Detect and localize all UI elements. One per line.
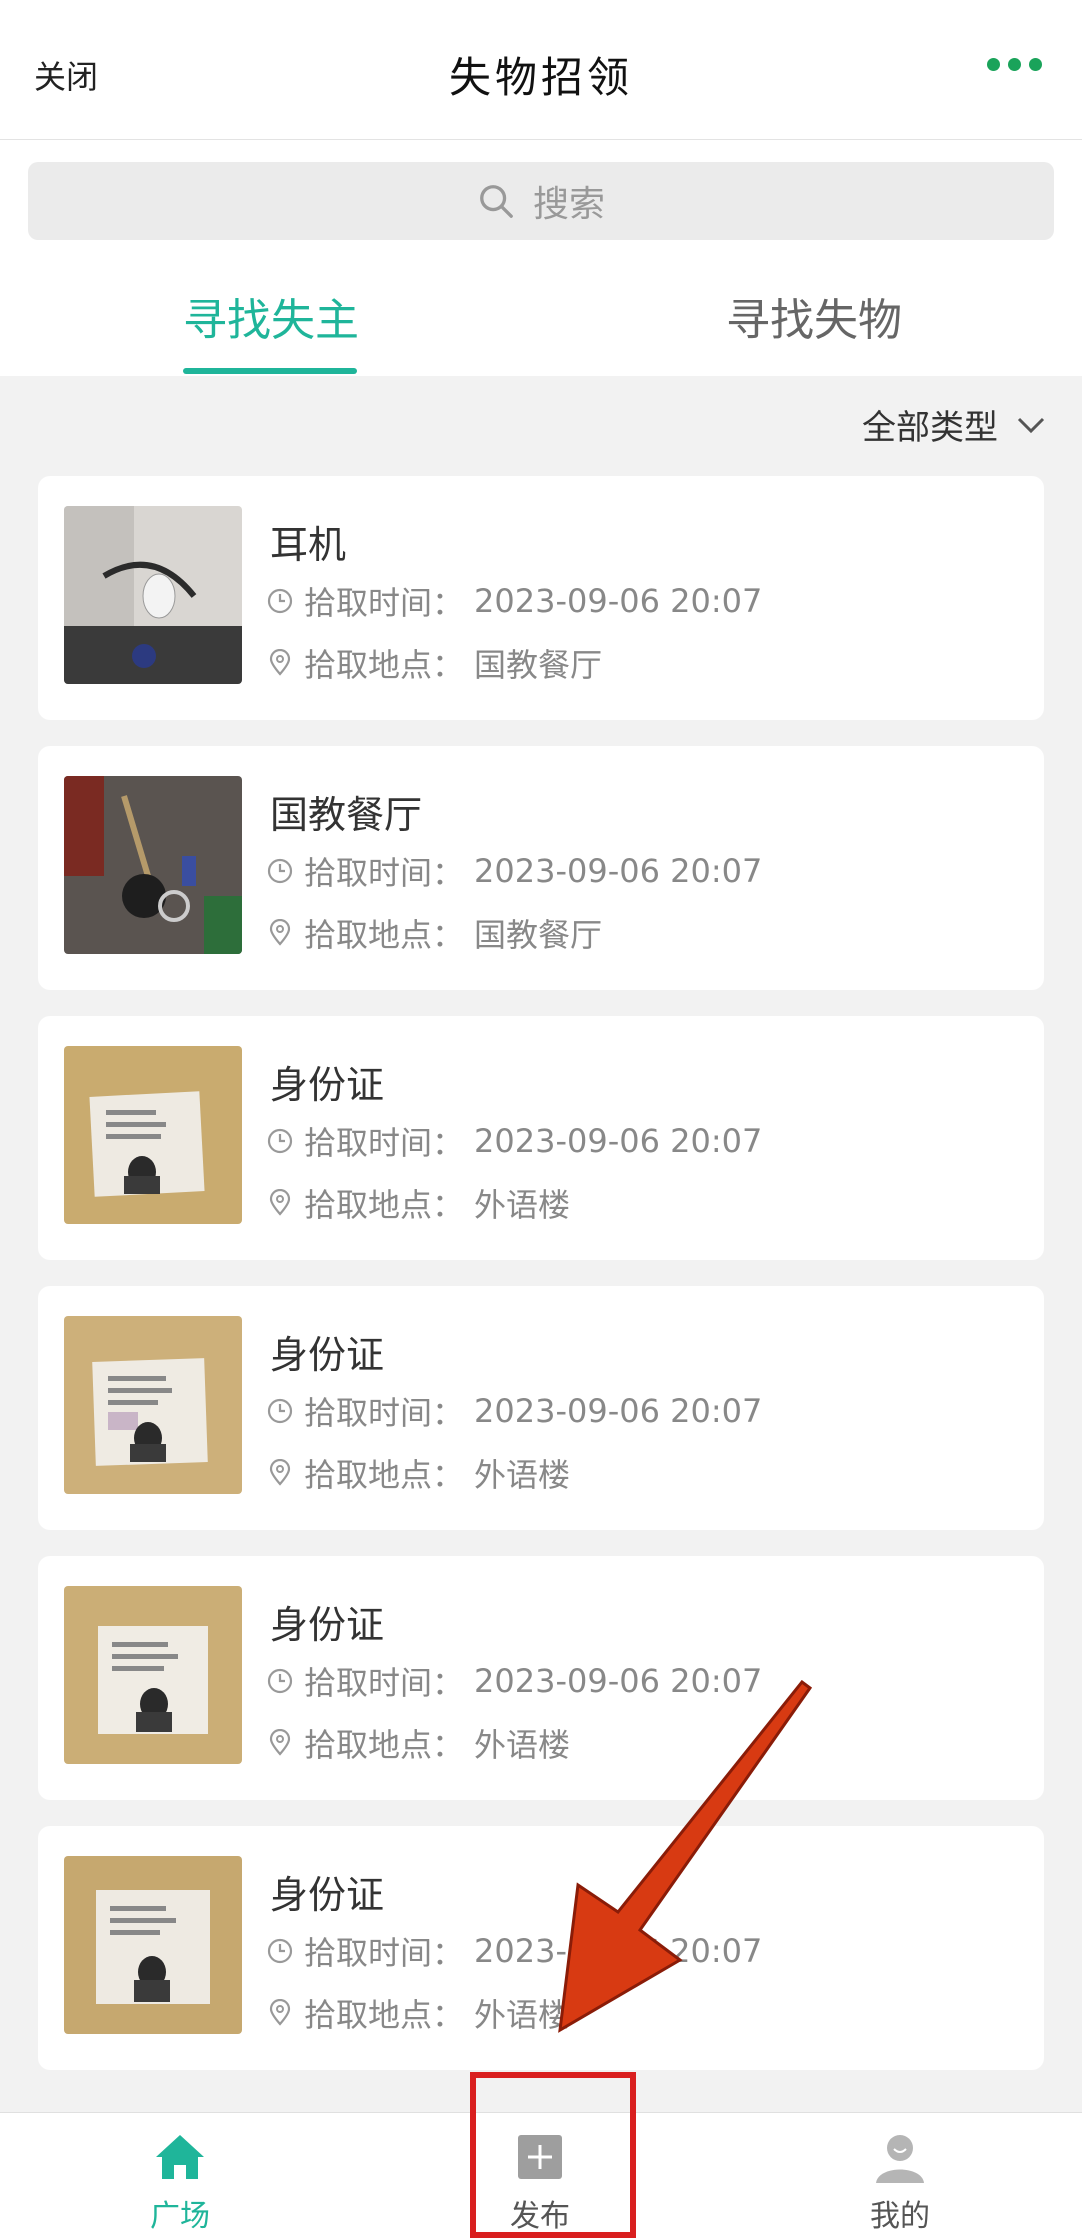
list-item[interactable]: 身份证 拾取时间： 2023-09-06 20:07 拾取地点： 外语楼 (38, 1286, 1044, 1530)
pickup-time-row: 拾取时间： 2023-09-06 20:07 (266, 578, 762, 624)
pickup-time: 2023-09-06 20:07 (474, 582, 763, 620)
pickup-time-label: 拾取时间： (304, 1664, 465, 1702)
top-bar: 关闭 失物招领 (0, 0, 1082, 140)
pickup-time-label: 拾取时间： (304, 1124, 465, 1162)
item-photo (64, 1586, 242, 1764)
location-pin-icon (269, 1459, 291, 1486)
nav-plaza-label: 广场 (150, 2199, 210, 2234)
pickup-time-row: 拾取时间： 2023-09-06 20:07 (266, 1388, 762, 1434)
tab-find-owner[interactable]: 寻找失主 (183, 284, 359, 348)
item-name: 身份证 (270, 1873, 385, 1917)
user-icon (876, 2135, 924, 2183)
pickup-time-row: 拾取时间： 2023-09-06 20:07 (266, 848, 762, 894)
nav-plaza[interactable]: 广场 (110, 2129, 250, 2235)
pickup-time: 2023-09-06 20:07 (474, 852, 763, 890)
item-name: 耳机 (270, 523, 347, 567)
pickup-place: 外语楼 (474, 1456, 571, 1494)
item-name: 身份证 (270, 1333, 385, 1377)
pickup-place-label: 拾取地点： (304, 916, 465, 954)
annotation-highlight-box (470, 2072, 636, 2238)
pickup-place-label: 拾取地点： (304, 1996, 465, 2034)
search-input[interactable]: 搜索 (28, 162, 1054, 240)
tab-find-item[interactable]: 寻找失物 (726, 284, 902, 348)
location-pin-icon (269, 919, 291, 946)
clock-icon (267, 1398, 293, 1424)
item-photo (64, 776, 242, 954)
pickup-place-row: 拾取地点： 国教餐厅 (266, 640, 602, 686)
clock-icon (267, 1128, 293, 1154)
pickup-place: 外语楼 (474, 1186, 571, 1224)
item-photo (64, 1046, 242, 1224)
type-filter-label: 全部类型 (862, 408, 998, 448)
location-pin-icon (269, 649, 291, 676)
list-item[interactable]: 耳机 拾取时间： 2023-09-06 20:07 拾取地点： 国教餐厅 (38, 476, 1044, 720)
pickup-place-label: 拾取地点： (304, 646, 465, 684)
clock-icon (267, 1938, 293, 1964)
item-name: 身份证 (270, 1063, 385, 1107)
pickup-time-label: 拾取时间： (304, 584, 465, 622)
item-photo (64, 1856, 242, 2034)
pickup-place: 国教餐厅 (474, 916, 603, 954)
pickup-time: 2023-09-06 20:07 (474, 1392, 763, 1430)
home-icon (156, 2135, 204, 2179)
tab-active-indicator (183, 368, 357, 374)
item-name: 身份证 (270, 1603, 385, 1647)
location-pin-icon (269, 1189, 291, 1216)
search-placeholder: 搜索 (532, 184, 605, 225)
annotation-arrow (558, 1680, 813, 2033)
chevron-down-icon (1017, 417, 1045, 433)
type-filter-dropdown[interactable]: 全部类型 (862, 400, 1046, 449)
pickup-time: 2023-09-06 20:07 (474, 1122, 763, 1160)
list-item[interactable]: 国教餐厅 拾取时间： 2023-09-06 20:07 拾取地点： 国教餐厅 (38, 746, 1044, 990)
nav-mine[interactable]: 我的 (830, 2129, 970, 2235)
pickup-place-row: 拾取地点： 国教餐厅 (266, 910, 602, 956)
pickup-place-label: 拾取地点： (304, 1186, 465, 1224)
item-photo (64, 506, 242, 684)
pickup-place: 国教餐厅 (474, 646, 603, 684)
pickup-place-label: 拾取地点： (304, 1726, 465, 1764)
pickup-time-label: 拾取时间： (304, 1934, 465, 1972)
clock-icon (267, 1668, 293, 1694)
clock-icon (267, 858, 293, 884)
pickup-time-label: 拾取时间： (304, 1394, 465, 1432)
tab-bar: 寻找失主 寻找失物 (0, 252, 1082, 376)
nav-mine-label: 我的 (870, 2199, 930, 2234)
item-name: 国教餐厅 (270, 793, 423, 837)
pickup-time-row: 拾取时间： 2023-09-06 20:07 (266, 1118, 762, 1164)
pickup-time-label: 拾取时间： (304, 854, 465, 892)
page-title: 失物招领 (448, 53, 633, 102)
pickup-place-row: 拾取地点： 外语楼 (266, 1180, 570, 1226)
location-pin-icon (269, 1729, 291, 1756)
pickup-place-row: 拾取地点： 外语楼 (266, 1450, 570, 1496)
search-icon (480, 185, 513, 218)
pickup-place-label: 拾取地点： (304, 1456, 465, 1494)
location-pin-icon (269, 1999, 291, 2026)
clock-icon (267, 588, 293, 614)
more-dots-icon[interactable] (987, 58, 1042, 71)
item-photo (64, 1316, 242, 1494)
search-container: 搜索 (0, 140, 1082, 252)
list-item[interactable]: 身份证 拾取时间： 2023-09-06 20:07 拾取地点： 外语楼 (38, 1016, 1044, 1260)
